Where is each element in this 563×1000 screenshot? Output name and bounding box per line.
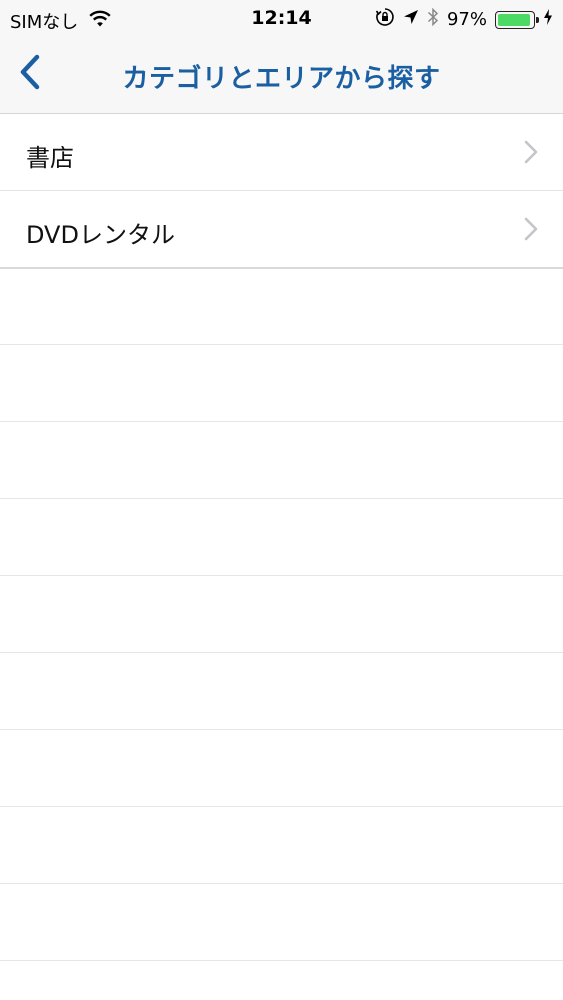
empty-row [0, 653, 563, 730]
empty-row [0, 345, 563, 422]
charging-bolt-icon [543, 9, 553, 30]
list-item-label: DVDレンタル [26, 221, 175, 249]
battery-fill [498, 13, 530, 26]
empty-row [0, 422, 563, 499]
chevron-right-icon [523, 139, 539, 165]
page-title: カテゴリとエリアから探す [122, 64, 441, 94]
navigation-bar: カテゴリとエリアから探す [0, 38, 563, 114]
category-list: 書店 DVDレンタル [0, 114, 563, 269]
status-right: 97% [367, 7, 553, 32]
list-item-dvd-rental[interactable]: DVDレンタル [0, 191, 563, 269]
back-button[interactable] [8, 52, 52, 96]
empty-row [0, 576, 563, 653]
empty-row [0, 807, 563, 884]
empty-row [0, 730, 563, 807]
battery-icon [495, 10, 539, 29]
chevron-left-icon [19, 54, 41, 94]
empty-row [0, 884, 563, 961]
empty-list-area [0, 268, 563, 961]
bluetooth-icon [427, 7, 439, 32]
list-item-label: 書店 [26, 144, 74, 172]
location-arrow-icon [403, 9, 419, 30]
empty-row [0, 499, 563, 576]
list-item-bookstore[interactable]: 書店 [0, 114, 563, 191]
battery-percent: 97% [446, 9, 487, 30]
orientation-lock-icon [375, 7, 395, 32]
chevron-right-icon [523, 216, 539, 242]
status-bar: SIMなし 12:14 97% [0, 0, 563, 38]
empty-row [0, 268, 563, 345]
